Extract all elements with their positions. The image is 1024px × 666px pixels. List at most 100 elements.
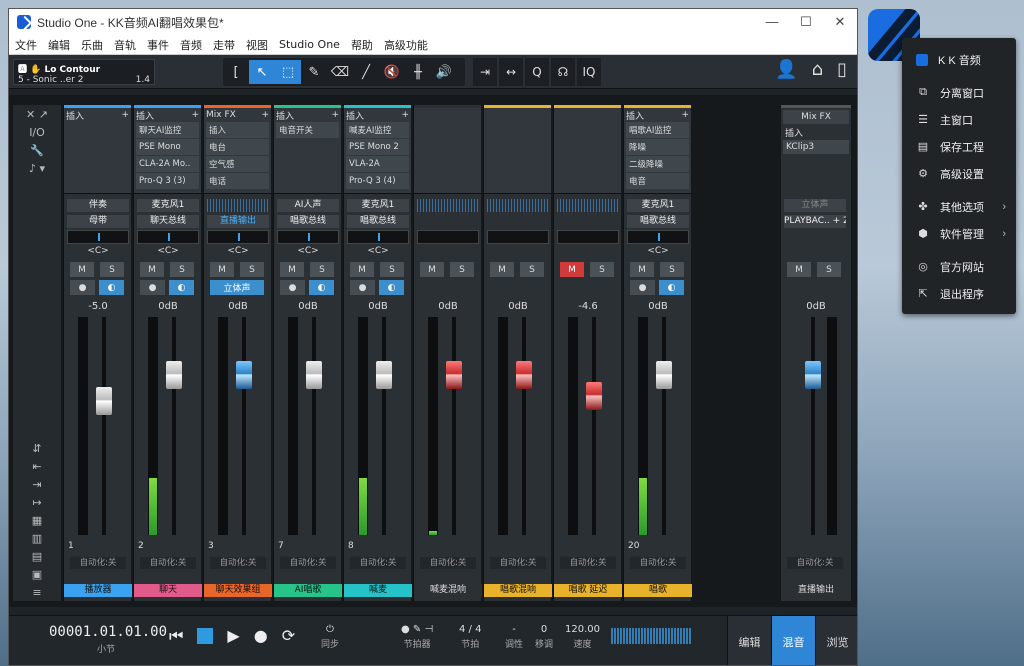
automation-button[interactable]: 自动化:关 (280, 557, 336, 569)
insert-slot[interactable]: 插入 (206, 122, 269, 138)
output-mute-button[interactable]: M (787, 262, 811, 277)
insert-slot[interactable]: 电话 (206, 173, 269, 189)
insert-header[interactable]: 插入 + (276, 109, 339, 122)
pan-slider[interactable] (67, 230, 129, 244)
play-button[interactable]: ▶ (227, 626, 239, 646)
stop-button[interactable] (197, 628, 214, 644)
mute-button[interactable]: M (350, 262, 374, 277)
time-signature[interactable]: 4 / 4 (459, 624, 481, 635)
loop-button[interactable]: ⟳ (282, 626, 295, 646)
tool-1-icon[interactable]: ↖ (249, 60, 275, 84)
mute-button[interactable]: M (280, 262, 304, 277)
popup-item-3[interactable]: ▤ 保存工程 (902, 133, 1016, 160)
insert-slot[interactable]: 电台 (206, 139, 269, 155)
solo-button[interactable]: S (100, 262, 124, 277)
solo-button[interactable]: S (450, 262, 474, 277)
solo-button[interactable]: S (520, 262, 544, 277)
fader-cap[interactable] (96, 386, 112, 415)
fader-cap[interactable] (306, 360, 322, 389)
insert-header[interactable]: 插入 + (136, 109, 199, 122)
record-arm-button[interactable]: ● (280, 280, 305, 295)
output-label[interactable]: 唱歌总线 (277, 215, 339, 228)
snap-tool-2-icon[interactable]: Q (525, 58, 549, 86)
output-fader-cap[interactable] (805, 361, 821, 389)
record-button[interactable]: ● (254, 626, 268, 646)
insert-slot[interactable]: 喊麦AI监控 (346, 122, 409, 138)
side-panel-tool-4-icon[interactable]: ▦ (13, 511, 61, 529)
insert-slot[interactable]: 电音开关 (276, 122, 339, 138)
insert-slot[interactable]: CLA-2A Mo.. (136, 156, 199, 172)
menu-item-10[interactable]: 高级功能 (384, 37, 428, 53)
channel-name[interactable]: 聊天 (134, 584, 202, 597)
side-panel-item-3[interactable]: ♪ ▾ (13, 159, 61, 177)
input-label[interactable]: AI人声 (277, 199, 339, 212)
side-panel-tool-1-icon[interactable]: ⇤ (13, 457, 61, 475)
minimize-button[interactable]: — (755, 14, 789, 30)
menu-item-9[interactable]: 帮助 (351, 37, 373, 53)
input-label[interactable]: 伴奏 (67, 199, 129, 212)
menu-item-1[interactable]: 编辑 (48, 37, 70, 53)
popup-item-2[interactable]: ☰ 主窗口 (902, 106, 1016, 133)
insert-slot[interactable]: Pro-Q 3 (4) (346, 173, 409, 189)
instrument-display[interactable]: 🅰 ✋ Lo Contour 5 - Sonic ..er 2 1.4 (13, 59, 155, 85)
output-mixfx[interactable]: Mix FX (783, 110, 849, 124)
automation-button[interactable]: 自动化:关 (350, 557, 406, 569)
insert-add-icon[interactable]: + (401, 110, 409, 120)
menu-item-7[interactable]: 视图 (246, 37, 268, 53)
insert-add-icon[interactable]: + (121, 110, 129, 120)
record-arm-button[interactable]: ● (140, 280, 165, 295)
automation-button[interactable]: 自动化:关 (490, 557, 546, 569)
tool-5-icon[interactable]: ╱ (353, 60, 379, 84)
monitor-button[interactable]: ◐ (99, 280, 124, 295)
monitor-button[interactable]: ◐ (379, 280, 404, 295)
volume-fader[interactable] (148, 317, 188, 535)
mute-button[interactable]: M (490, 262, 514, 277)
insert-slot[interactable]: 聊天AI监控 (136, 122, 199, 138)
side-panel-tool-3-icon[interactable]: ↦ (13, 493, 61, 511)
mute-button[interactable]: M (560, 262, 584, 277)
menu-item-5[interactable]: 音频 (180, 37, 202, 53)
tool-8-icon[interactable]: 🔊 (431, 60, 457, 84)
popup-item-0[interactable]: K K 音频 (902, 46, 1016, 73)
record-arm-button[interactable]: ● (70, 280, 95, 295)
insert-header[interactable]: 插入 + (66, 109, 129, 122)
tool-6-icon[interactable]: 🔇 (379, 60, 405, 84)
monitor-button[interactable]: ◐ (169, 280, 194, 295)
mute-button[interactable]: M (70, 262, 94, 277)
snap-tool-3-icon[interactable]: ☊ (551, 58, 575, 86)
menu-item-4[interactable]: 事件 (147, 37, 169, 53)
rewind-icon[interactable]: ⏮ (169, 626, 183, 646)
fader-cap[interactable] (446, 360, 462, 389)
volume-fader[interactable] (78, 317, 118, 535)
automation-button[interactable]: 自动化:关 (420, 557, 476, 569)
fader-cap[interactable] (166, 360, 182, 389)
solo-button[interactable]: S (590, 262, 614, 277)
popup-item-1[interactable]: ⧉ 分离窗口 (902, 79, 1016, 106)
side-panel-tool-0-icon[interactable]: ⇵ (13, 439, 61, 457)
side-panel-tool-2-icon[interactable]: ⇥ (13, 475, 61, 493)
tool-7-icon[interactable]: ╫ (405, 60, 431, 84)
user-icon[interactable]: 👤 (775, 59, 797, 80)
insert-slot[interactable]: VLA-2A (346, 156, 409, 172)
channel-name[interactable]: 唱歌 延迟 (554, 584, 622, 597)
insert-add-icon[interactable]: + (191, 110, 199, 120)
menu-item-6[interactable]: 走带 (213, 37, 235, 53)
monitor-button[interactable]: ◐ (659, 280, 684, 295)
output-label[interactable]: 母带 (67, 215, 129, 228)
view-mix-button[interactable]: 混音 (771, 616, 815, 665)
channel-name[interactable]: 唱歌 (624, 584, 692, 597)
menu-item-3[interactable]: 音轨 (114, 37, 136, 53)
pan-slider[interactable] (277, 230, 339, 244)
stereo-button[interactable]: 立体声 (210, 280, 264, 295)
channel-name[interactable]: 喊麦混响 (414, 584, 482, 597)
input-label[interactable]: 麦克风1 (347, 199, 409, 212)
insert-slot[interactable]: 二级降噪 (626, 156, 689, 172)
insert-slot[interactable]: 电音 (626, 173, 689, 189)
channel-name[interactable]: 聊天效果组 (204, 584, 272, 597)
record-arm-button[interactable]: ● (630, 280, 655, 295)
record-arm-button[interactable]: ● (350, 280, 375, 295)
input-label[interactable]: 麦克风1 (137, 199, 199, 212)
output-automation[interactable]: 自动化:关 (787, 557, 843, 569)
tool-2-icon[interactable]: ⬚ (275, 60, 301, 84)
mute-button[interactable]: M (630, 262, 654, 277)
